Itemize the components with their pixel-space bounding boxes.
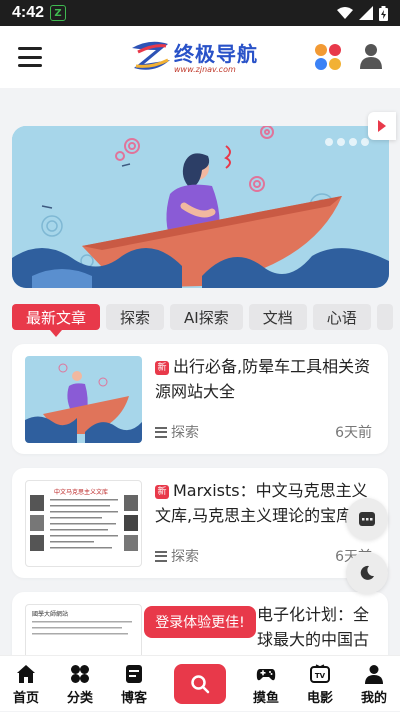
gamepad-icon bbox=[256, 669, 276, 681]
thumb-heading: 國學大師網站 bbox=[32, 611, 69, 618]
apps-icon[interactable] bbox=[315, 44, 341, 70]
banner-pagination[interactable] bbox=[325, 138, 369, 146]
list-icon bbox=[155, 550, 167, 562]
login-toast[interactable]: 登录体验更佳! bbox=[144, 606, 256, 638]
status-time: 4:42 bbox=[12, 4, 45, 21]
home-icon bbox=[17, 665, 35, 683]
hero-banner[interactable] bbox=[12, 126, 389, 288]
wifi-icon bbox=[337, 6, 353, 19]
menu-icon[interactable] bbox=[18, 47, 42, 67]
banner-next-arrow-icon[interactable] bbox=[368, 112, 396, 140]
article-age: 6天前 bbox=[335, 425, 372, 441]
article-card[interactable]: 新出行必备,防晕车工具相关资源网站大全 探索 6天前 bbox=[12, 344, 388, 454]
search-icon bbox=[191, 675, 210, 694]
battery-icon bbox=[379, 5, 388, 21]
chat-icon[interactable] bbox=[346, 498, 388, 540]
nav-slack-off[interactable]: 摸鱼 bbox=[240, 656, 292, 712]
app-header: 终极导航 www.zjnav.com bbox=[0, 26, 400, 88]
nav-blog[interactable]: 博客 bbox=[108, 656, 160, 712]
new-badge: 新 bbox=[155, 485, 169, 499]
bottom-nav: 首页 分类 博客 摸鱼 TV 电影 我的 bbox=[0, 655, 400, 711]
logo-mark-icon bbox=[132, 41, 170, 70]
tab-heart-words[interactable]: 心语 bbox=[312, 304, 371, 330]
tab-docs[interactable]: 文档 bbox=[248, 304, 307, 330]
tab-more[interactable] bbox=[376, 304, 393, 330]
blog-icon bbox=[126, 665, 142, 683]
svg-text:TV: TV bbox=[315, 672, 326, 680]
search-button[interactable] bbox=[174, 664, 226, 704]
nav-profile[interactable]: 我的 bbox=[348, 656, 400, 712]
user-icon[interactable] bbox=[360, 43, 382, 69]
article-card[interactable]: 中文马克思主义文库 新 Marxists：中文马克思主义文库,马克思主义理论的宝库… bbox=[12, 468, 388, 578]
article-tabs: 最新文章 探索 AI探索 文档 心语 bbox=[12, 304, 393, 337]
dark-mode-icon[interactable] bbox=[346, 552, 388, 594]
category-icon bbox=[71, 665, 89, 683]
site-logo[interactable]: 终极导航 www.zjnav.com bbox=[130, 38, 258, 74]
tv-icon: TV bbox=[310, 664, 330, 683]
new-badge: 新 bbox=[155, 361, 169, 375]
article-thumbnail bbox=[25, 356, 142, 443]
nav-movie[interactable]: TV 电影 bbox=[294, 656, 346, 712]
thumb-heading: 中文马克思主义文库 bbox=[54, 489, 109, 496]
logo-title: 终极导航 bbox=[174, 42, 258, 66]
tab-explore[interactable]: 探索 bbox=[106, 304, 165, 330]
nav-home[interactable]: 首页 bbox=[0, 656, 52, 712]
list-icon bbox=[155, 426, 167, 438]
tab-latest[interactable]: 最新文章 bbox=[12, 304, 101, 337]
profile-icon bbox=[365, 665, 383, 684]
article-thumbnail: 中文马克思主义文库 bbox=[25, 480, 142, 567]
status-icons bbox=[337, 5, 388, 21]
signal-icon bbox=[359, 6, 373, 20]
tab-ai-explore[interactable]: AI探索 bbox=[170, 304, 243, 330]
status-bar: 4:42 Z bbox=[0, 0, 400, 26]
logo-subtitle: www.zjnav.com bbox=[174, 65, 236, 74]
article-category[interactable]: 探索 bbox=[155, 422, 199, 442]
nav-category[interactable]: 分类 bbox=[54, 656, 106, 712]
article-title[interactable]: 新出行必备,防晕车工具相关资源网站大全 bbox=[155, 354, 379, 404]
banner-illustration bbox=[12, 126, 389, 288]
article-category[interactable]: 探索 bbox=[155, 546, 199, 566]
app-notification-icon: Z bbox=[50, 5, 67, 21]
